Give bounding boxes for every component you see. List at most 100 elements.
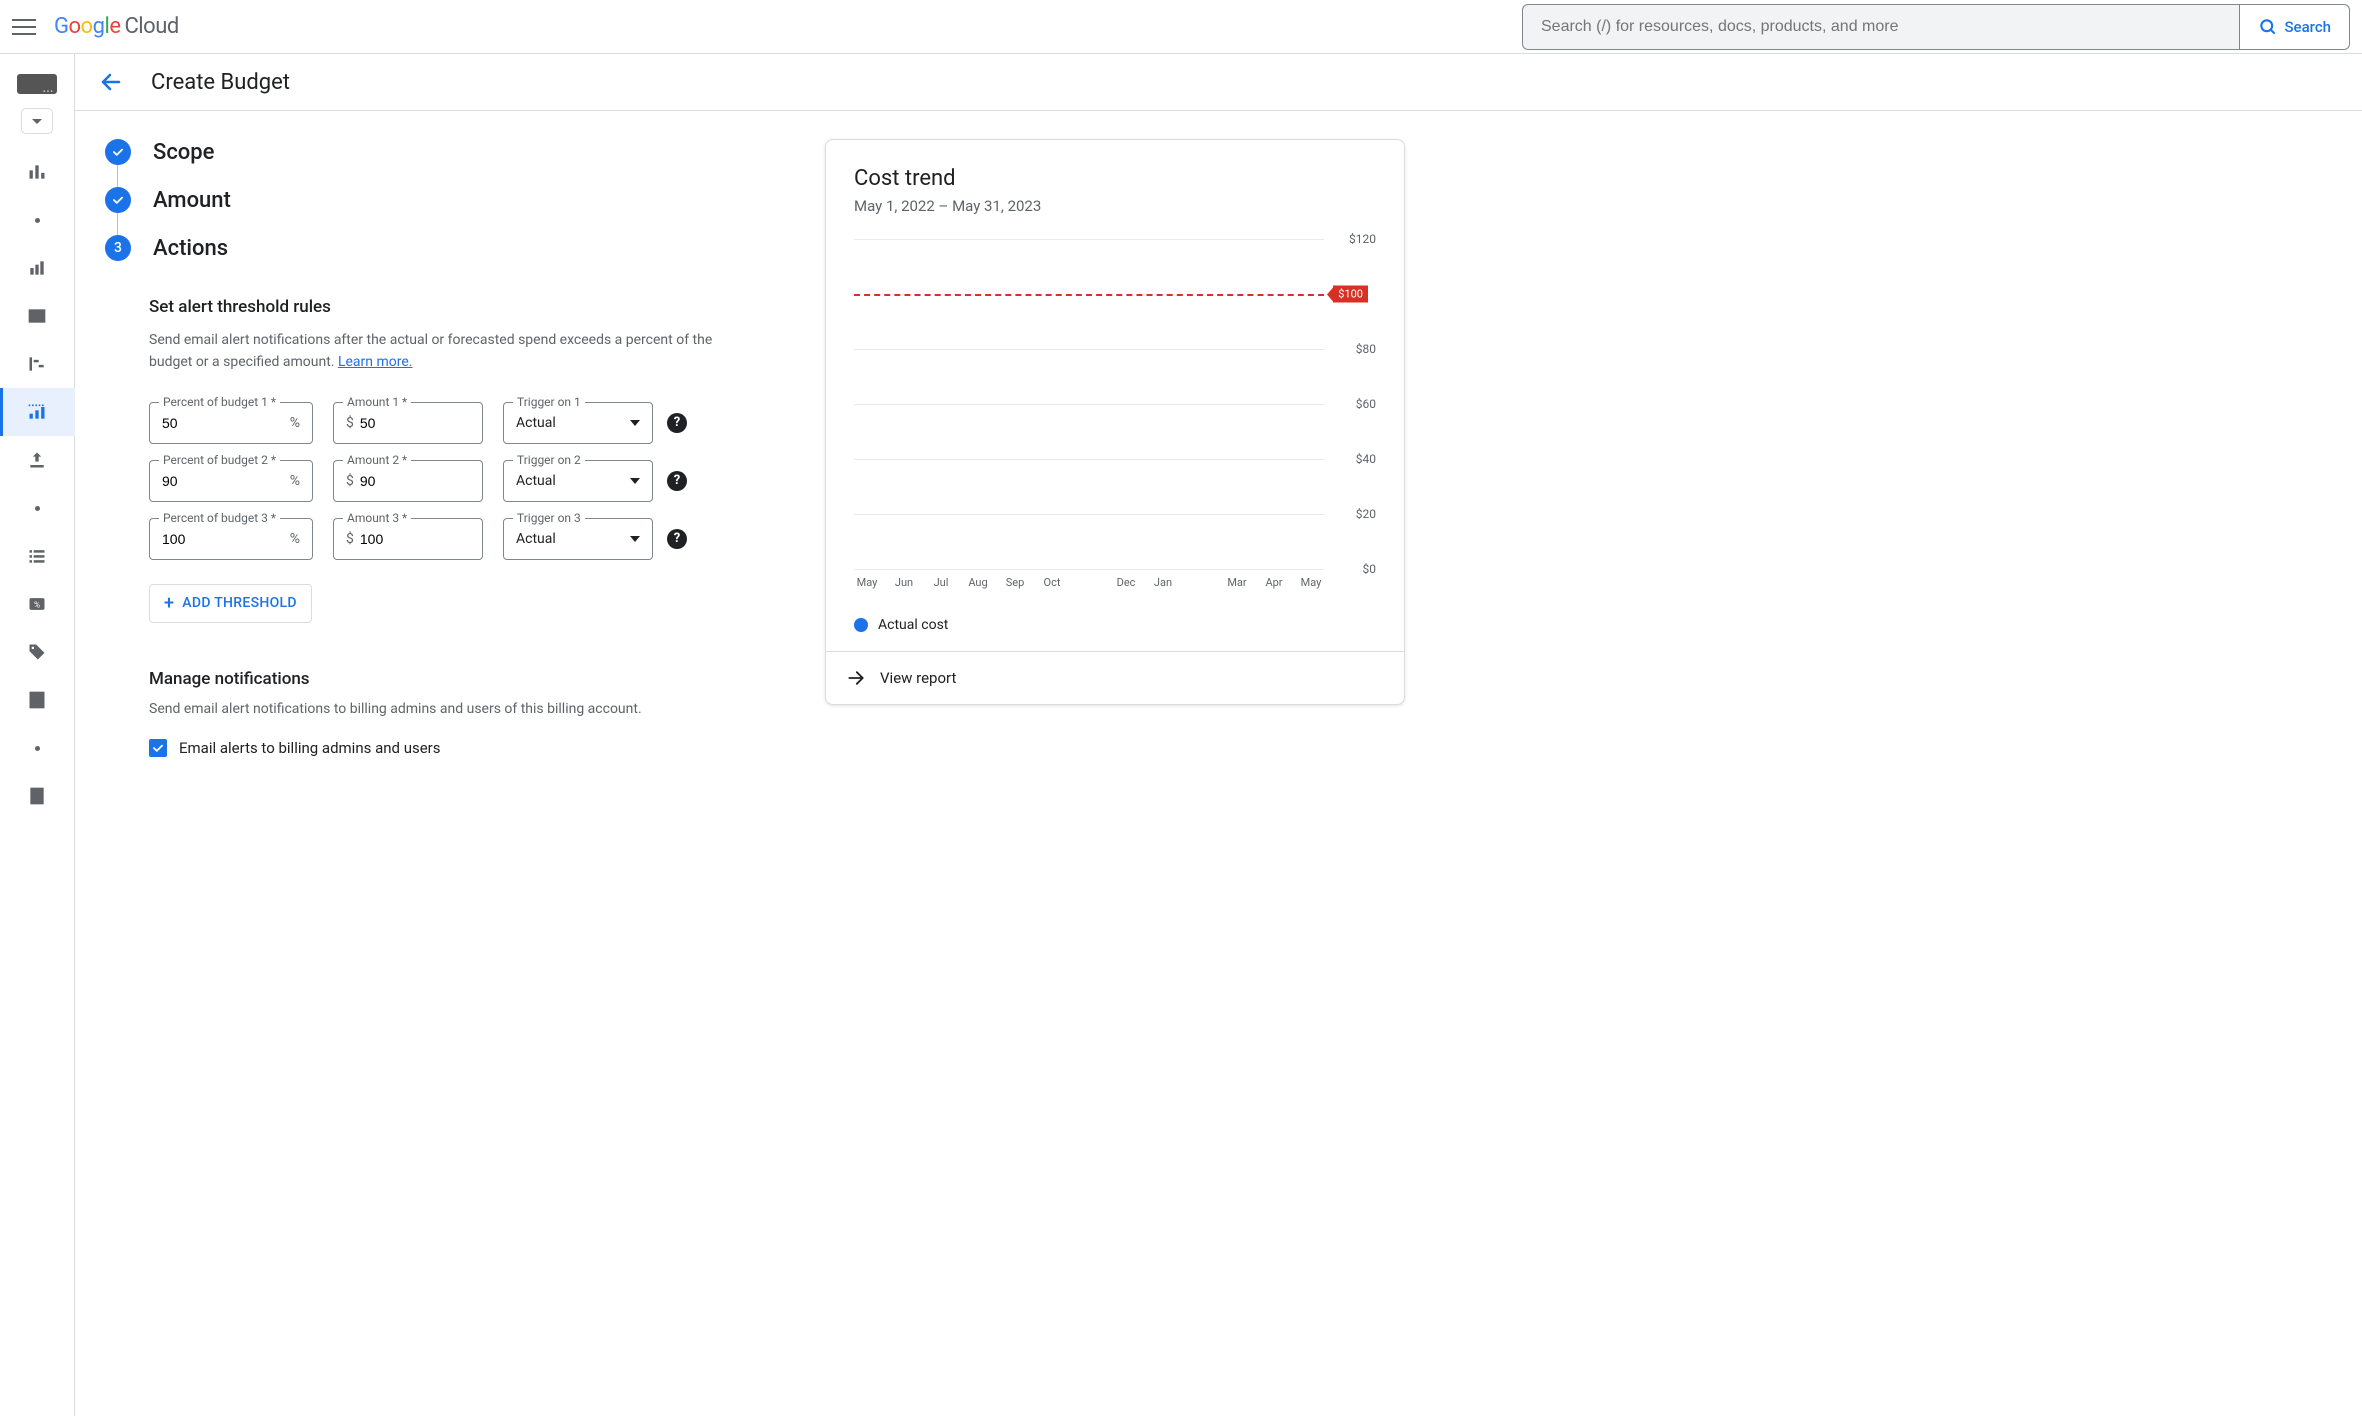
cost-trend-card: Cost trend May 1, 2022 – May 31, 2023 $0… xyxy=(825,139,1405,705)
check-icon xyxy=(105,139,131,165)
calculator-icon xyxy=(27,690,47,710)
cost-trend-chart: $0$20$40$60$80$120$100MayJunJulAugSepOct… xyxy=(854,239,1376,599)
notifications-description: Send email alert notifications to billin… xyxy=(149,701,785,717)
sidebar-item-dot3[interactable] xyxy=(0,724,75,772)
percent-field[interactable]: Percent of budget 2 * % xyxy=(149,460,313,502)
page-title: Create Budget xyxy=(151,70,290,95)
tag-icon xyxy=(27,642,47,662)
sidebar-item-doc[interactable] xyxy=(0,772,75,820)
grid-line xyxy=(854,459,1324,460)
email-alerts-checkbox[interactable] xyxy=(149,739,167,757)
sidebar-account-dropdown[interactable] xyxy=(21,108,53,134)
step-amount[interactable]: Amount xyxy=(105,187,785,213)
help-icon[interactable]: ? xyxy=(667,529,687,549)
learn-more-link[interactable]: Learn more. xyxy=(338,354,413,370)
grid-line xyxy=(854,349,1324,350)
trigger-select[interactable]: Trigger on 2 Actual xyxy=(503,460,653,502)
upload-icon xyxy=(27,450,47,470)
sidebar-item-tag[interactable] xyxy=(0,628,75,676)
sidebar-item-breakdown[interactable] xyxy=(0,340,75,388)
sidebar-item-budgets[interactable] xyxy=(0,388,75,436)
percent-input[interactable] xyxy=(162,415,290,431)
grid-line xyxy=(854,514,1324,515)
help-icon[interactable]: ? xyxy=(667,471,687,491)
sidebar-item-table[interactable] xyxy=(0,292,75,340)
sidebar-item-list[interactable] xyxy=(0,532,75,580)
x-axis-tick: Jan xyxy=(1150,576,1176,589)
y-axis-label: $40 xyxy=(1356,452,1376,466)
search-button[interactable]: Search xyxy=(2239,5,2349,49)
cost-trend-title: Cost trend xyxy=(854,166,1376,191)
add-threshold-button[interactable]: + ADD THRESHOLD xyxy=(149,584,312,623)
percent-sign: % xyxy=(290,415,300,431)
x-axis-tick: Mar xyxy=(1224,576,1250,589)
trigger-select[interactable]: Trigger on 3 Actual xyxy=(503,518,653,560)
percent-field[interactable]: Percent of budget 3 * % xyxy=(149,518,313,560)
y-axis-label: $20 xyxy=(1356,507,1376,521)
sidebar-item-export[interactable] xyxy=(0,436,75,484)
sidebar-item-dot2[interactable] xyxy=(0,484,75,532)
grid-line xyxy=(854,239,1324,240)
hamburger-menu-icon[interactable] xyxy=(12,15,36,39)
back-arrow-icon[interactable] xyxy=(99,70,123,94)
y-axis-label: $80 xyxy=(1356,342,1376,356)
threshold-row: Percent of budget 3 * % Amount 3 * $ Tri… xyxy=(149,518,785,560)
legend-dot-icon xyxy=(854,618,868,632)
google-cloud-logo[interactable]: Google Cloud xyxy=(54,14,179,39)
chart-legend: Actual cost xyxy=(854,617,1376,633)
budget-threshold-tag: $100 xyxy=(1333,286,1368,303)
x-axis-tick: Apr xyxy=(1261,576,1287,589)
budget-threshold-line xyxy=(854,294,1324,296)
email-alerts-checkbox-row: Email alerts to billing admins and users xyxy=(149,739,785,757)
x-axis-tick: May xyxy=(1298,576,1324,589)
sidebar-item-calc[interactable] xyxy=(0,676,75,724)
global-search-input[interactable] xyxy=(1523,18,2239,36)
y-axis-label: $0 xyxy=(1363,562,1377,576)
check-icon xyxy=(105,187,131,213)
sidebar-item-dot[interactable] xyxy=(0,196,75,244)
step-scope[interactable]: Scope xyxy=(105,139,785,165)
y-axis-label: $60 xyxy=(1356,397,1376,411)
billing-account-icon[interactable] xyxy=(17,74,57,94)
amount-input[interactable] xyxy=(360,473,470,489)
search-icon xyxy=(2258,17,2278,37)
percent-icon: % xyxy=(27,594,47,614)
dollar-sign: $ xyxy=(346,415,354,431)
sidebar-item-overview[interactable] xyxy=(0,148,75,196)
search-bar: Search xyxy=(1522,4,2350,50)
chevron-down-icon xyxy=(630,478,640,484)
x-axis-tick: Oct xyxy=(1039,576,1065,589)
sidebar-item-reports[interactable] xyxy=(0,244,75,292)
amount-input[interactable] xyxy=(360,531,470,547)
threshold-row: Percent of budget 2 * % Amount 2 * $ Tri… xyxy=(149,460,785,502)
amount-field[interactable]: Amount 1 * $ xyxy=(333,402,483,444)
x-axis-tick: Aug xyxy=(965,576,991,589)
percent-input[interactable] xyxy=(162,531,290,547)
threshold-rules: Percent of budget 1 * % Amount 1 * $ Tri… xyxy=(149,402,785,560)
view-report-link[interactable]: View report xyxy=(826,651,1404,704)
amount-field[interactable]: Amount 2 * $ xyxy=(333,460,483,502)
bar-chart-icon xyxy=(27,258,47,278)
percent-field[interactable]: Percent of budget 1 * % xyxy=(149,402,313,444)
arrow-right-icon xyxy=(846,668,866,688)
x-axis-tick: Sep xyxy=(1002,576,1028,589)
notifications-heading: Manage notifications xyxy=(149,669,785,689)
plus-icon: + xyxy=(164,593,174,614)
percent-input[interactable] xyxy=(162,473,290,489)
trigger-select[interactable]: Trigger on 1 Actual xyxy=(503,402,653,444)
sidebar-item-percent[interactable]: % xyxy=(0,580,75,628)
step-actions[interactable]: 3 Actions xyxy=(105,235,785,261)
alert-rules-description: Send email alert notifications after the… xyxy=(149,329,749,374)
sidebar: % xyxy=(0,54,75,1416)
alert-rules-heading: Set alert threshold rules xyxy=(149,297,785,317)
x-axis: MayJunJulAugSepOct.DecJan.MarAprMay xyxy=(854,576,1324,589)
check-icon xyxy=(151,741,165,755)
table-icon xyxy=(27,306,47,326)
amount-input[interactable] xyxy=(360,415,470,431)
email-alerts-label: Email alerts to billing admins and users xyxy=(179,739,441,757)
amount-field[interactable]: Amount 3 * $ xyxy=(333,518,483,560)
chevron-down-icon xyxy=(630,420,640,426)
chevron-down-icon xyxy=(630,536,640,542)
help-icon[interactable]: ? xyxy=(667,413,687,433)
grid-line xyxy=(854,569,1324,570)
